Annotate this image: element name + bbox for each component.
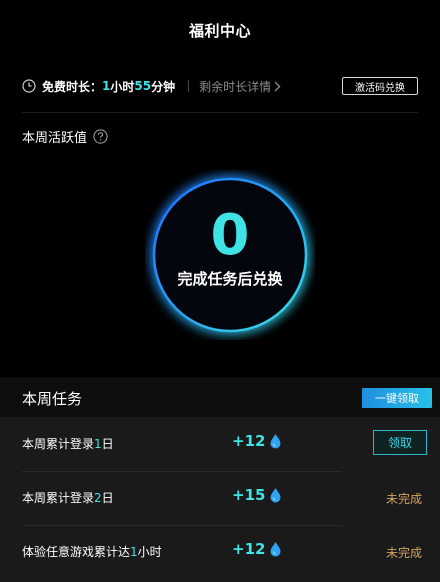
- free-time-hours: 1: [102, 79, 111, 93]
- task-reward-amount: +15: [232, 486, 266, 504]
- free-time-row: 免费时长： 1 小时 55 分钟 剩余时长详情 激活码兑换: [22, 73, 418, 99]
- task-name-text: 本周累计登录: [22, 491, 95, 505]
- task-reward: +12: [232, 432, 282, 450]
- free-time-hours-unit: 小时: [110, 79, 135, 94]
- page-title: 福利中心: [188, 21, 251, 40]
- header: 福利中心: [0, 0, 440, 60]
- weekly-tasks-label: 本周任务: [22, 390, 83, 408]
- task-reward: +12: [232, 540, 282, 558]
- free-time-minutes: 55: [134, 79, 152, 93]
- task-name: 本周累计登录2日: [22, 489, 114, 506]
- task-name: 体验任意游戏累计达1小时: [22, 543, 162, 560]
- free-time-label: 免费时长：: [42, 79, 103, 94]
- activity-ring: 0 完成任务后兑换: [145, 170, 315, 340]
- task-name-text: 体验任意游戏累计达: [22, 545, 131, 559]
- task-name: 本周累计登录1日: [22, 435, 114, 452]
- weekly-tasks-header: 本周任务 一键领取: [0, 377, 440, 417]
- task-status-incomplete: 未完成: [385, 492, 422, 506]
- task-name-number: 1: [94, 437, 102, 451]
- time-detail-link[interactable]: 剩余时长详情: [199, 78, 281, 95]
- weekly-activity-value: 0: [210, 203, 250, 268]
- claim-all-button[interactable]: 一键领取: [362, 388, 432, 408]
- task-row: 本周累计登录1日 +12 领取: [0, 417, 440, 471]
- task-name-number: 2: [94, 491, 102, 505]
- weekly-activity-label: 本周活跃值: [22, 131, 88, 146]
- task-name-number: 1: [130, 545, 138, 559]
- divider: [22, 112, 418, 113]
- time-detail-label: 剩余时长详情: [199, 79, 272, 94]
- task-name-suffix: 日: [101, 491, 114, 505]
- chevron-right-icon: [274, 81, 281, 91]
- task-name-text: 本周累计登录: [22, 437, 95, 451]
- task-name-suffix: 日: [101, 437, 114, 451]
- free-time-minutes-unit: 分钟: [151, 79, 176, 94]
- task-reward: +15: [232, 486, 282, 504]
- drop-icon: [270, 488, 281, 503]
- question-icon[interactable]: [93, 129, 108, 144]
- claim-button[interactable]: 领取: [373, 430, 427, 455]
- welfare-center-panel: 福利中心 免费时长： 1 小时 55 分钟 剩余时长详情 激活码兑换 本周活跃值: [0, 0, 440, 582]
- task-row: 本周累计登录2日 +15 未完成: [0, 471, 440, 525]
- task-reward-amount: +12: [232, 540, 266, 558]
- drop-icon: [270, 434, 281, 449]
- clock-icon: [22, 79, 36, 93]
- task-status-incomplete: 未完成: [385, 546, 422, 560]
- task-name-suffix: 小时: [137, 545, 162, 559]
- task-list: 本周累计登录1日 +12 领取 本周累计登录2日 +15 未完成 体验任意游戏累…: [0, 417, 440, 582]
- weekly-activity-caption: 完成任务后兑换: [177, 270, 283, 288]
- drop-icon: [270, 542, 281, 557]
- separator: [188, 80, 190, 92]
- task-row: 体验任意游戏累计达1小时 +12 未完成: [0, 525, 440, 579]
- activation-code-redeem-button[interactable]: 激活码兑换: [342, 77, 418, 95]
- weekly-activity-header: 本周活跃值: [22, 127, 108, 146]
- task-reward-amount: +12: [232, 432, 266, 450]
